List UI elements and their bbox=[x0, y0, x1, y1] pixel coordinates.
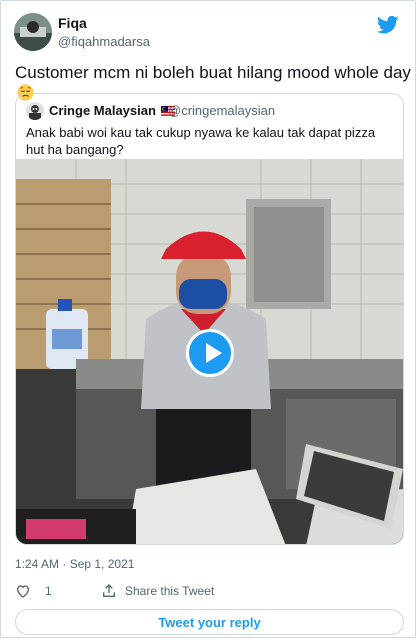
like-count: 1 bbox=[45, 584, 52, 598]
quoted-author-handle[interactable]: @cringemalaysian bbox=[168, 103, 275, 118]
author-avatar[interactable] bbox=[14, 13, 52, 51]
tweet-actions: 1 Share this Tweet bbox=[15, 583, 405, 603]
author-name[interactable]: Fiqa bbox=[58, 15, 87, 31]
quoted-author-name[interactable]: Cringe Malaysian bbox=[49, 103, 175, 118]
tweet-card: Fiqa @fiqahmadarsa Customer mcm ni boleh… bbox=[0, 0, 416, 638]
share-icon bbox=[103, 584, 115, 597]
twitter-bird-icon[interactable] bbox=[377, 15, 399, 35]
tweet-your-reply-button[interactable]: Tweet your reply bbox=[15, 609, 404, 635]
share-action[interactable]: Share this Tweet bbox=[101, 583, 214, 599]
like-action[interactable]: 1 bbox=[15, 583, 52, 599]
tweet-timestamp[interactable]: 1:24 AM · Sep 1, 2021 bbox=[15, 557, 134, 571]
author-handle[interactable]: @fiqahmadarsa bbox=[58, 34, 150, 49]
quoted-tweet-text: Anak babi woi kau tak cukup nyawa ke kal… bbox=[26, 125, 376, 157]
quoted-tweet[interactable]: Cringe Malaysian @cringemalaysian Anak b… bbox=[15, 93, 404, 545]
share-label: Share this Tweet bbox=[125, 584, 215, 598]
quoted-author-avatar[interactable] bbox=[26, 102, 44, 120]
play-icon[interactable] bbox=[186, 329, 234, 377]
heart-icon bbox=[16, 585, 30, 598]
video-thumbnail[interactable] bbox=[16, 159, 403, 544]
tweet-text-content: Customer mcm ni boleh buat hilang mood w… bbox=[15, 63, 411, 82]
quoted-author-name-text: Cringe Malaysian bbox=[49, 103, 156, 118]
